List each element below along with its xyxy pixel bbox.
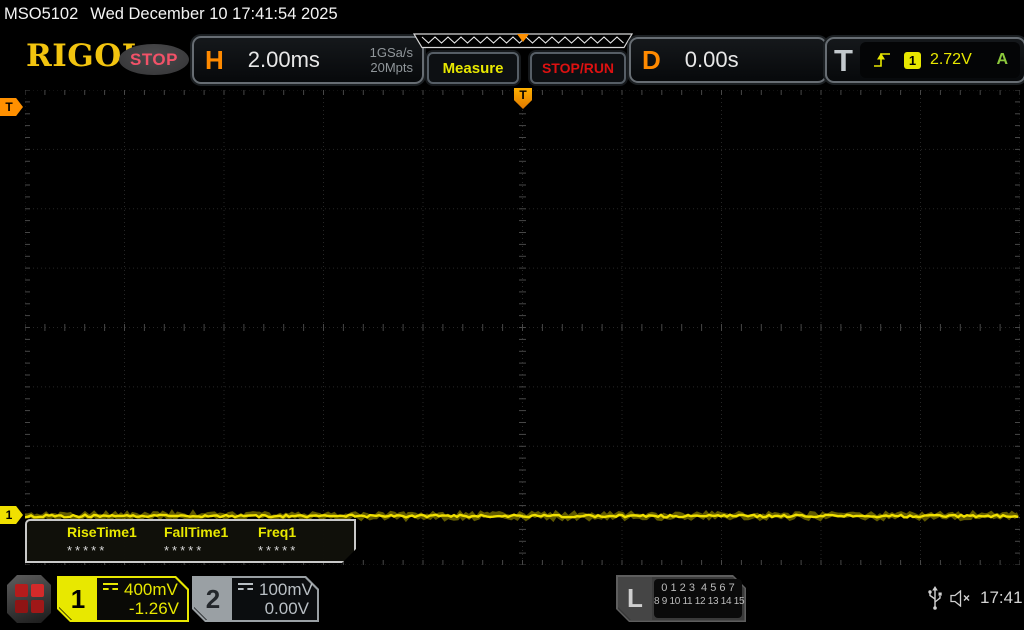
channel1-offset: -1.26V [128,599,179,618]
measurement-value: ***** [258,543,299,558]
clock-text: 17:41 [980,588,1023,607]
grid-and-waveform [24,89,1021,566]
dc-coupling-icon [103,583,118,594]
delay-label: D [642,44,661,75]
logic-channel-numbers: 0 1 2 3 4 5 6 7 8 9 10 11 12 13 14 15 [654,579,745,618]
measurement-item: RiseTime1 ***** [67,524,137,558]
memory-depth: 20Mpts [370,60,413,75]
logic-channels-status[interactable]: L 0 1 2 3 4 5 6 7 8 9 10 11 12 13 14 15 [616,575,746,622]
dc-coupling-icon [238,583,253,594]
sample-rate: 1GSa/s [369,45,413,60]
measurement-label: FallTime1 [164,524,229,540]
measurement-label: Freq1 [258,524,297,540]
speaker-muted-icon [950,590,970,607]
menu-grid-icon [15,584,44,614]
channel1-status[interactable]: 1 400mV -1.26V [57,576,189,622]
channel2-offset: 0.00V [264,599,309,618]
timebase-value: 2.00ms [247,47,320,72]
datetime-text: Wed December 10 17:41:54 2025 [90,5,338,23]
delay-panel[interactable]: D 0.00s [629,37,827,83]
delay-value: 0.00s [684,47,739,72]
titlebar: MSO5102 Wed December 10 17:41:54 2025 [4,5,338,24]
model-name: MSO5102 [4,5,79,23]
acquisition-info: 1GSa/s 20Mpts [370,45,413,75]
measurement-item: Freq1 ***** [258,524,298,558]
menu-grid-button[interactable] [7,575,51,623]
trigger-level-value: 2.72V [929,51,972,68]
trigger-position-indicator-triangle[interactable] [517,34,529,42]
oscilloscope-screen: MSO5102 Wed December 10 17:41:54 2025 RIG… [0,0,1024,630]
horizontal-panel[interactable]: H 2.00ms 1GSa/s 20Mpts [192,36,424,84]
channel2-status[interactable]: 2 100mV 0.00V [192,576,319,622]
measurement-value: ***** [164,543,205,558]
trigger-details: 1 2.72V A [859,42,1020,78]
measurement-label: RiseTime1 [67,524,137,540]
measurement-overlay: RiseTime1 ***** FallTime1 ***** Freq1 **… [25,519,356,563]
channel2-scale: 100mV [259,580,313,599]
channel1-scale: 400mV [124,580,178,599]
logic-row2: 8 9 10 11 12 13 14 15 [654,596,745,607]
usb-icon [928,586,942,610]
trigger-label: T [834,42,853,78]
trigger-level-marker[interactable]: T [0,98,23,116]
channel1-position-marker[interactable]: 1 [0,506,23,524]
measurement-value: ***** [67,543,108,558]
logic-row1: 0 1 2 3 4 5 6 7 [661,582,735,594]
rising-edge-icon [873,53,890,67]
horizontal-label: H [205,44,224,75]
trigger-panel[interactable]: T 1 2.72V A [825,37,1024,83]
measurement-item: FallTime1 ***** [164,524,228,558]
trigger-mode: A [996,51,1008,68]
measure-button[interactable]: Measure [427,52,519,84]
trigger-source-badge: 1 [903,51,921,69]
stop-run-button[interactable]: STOP/RUN [530,52,626,84]
run-state-badge: STOP [119,44,189,75]
graticule [24,89,1021,566]
